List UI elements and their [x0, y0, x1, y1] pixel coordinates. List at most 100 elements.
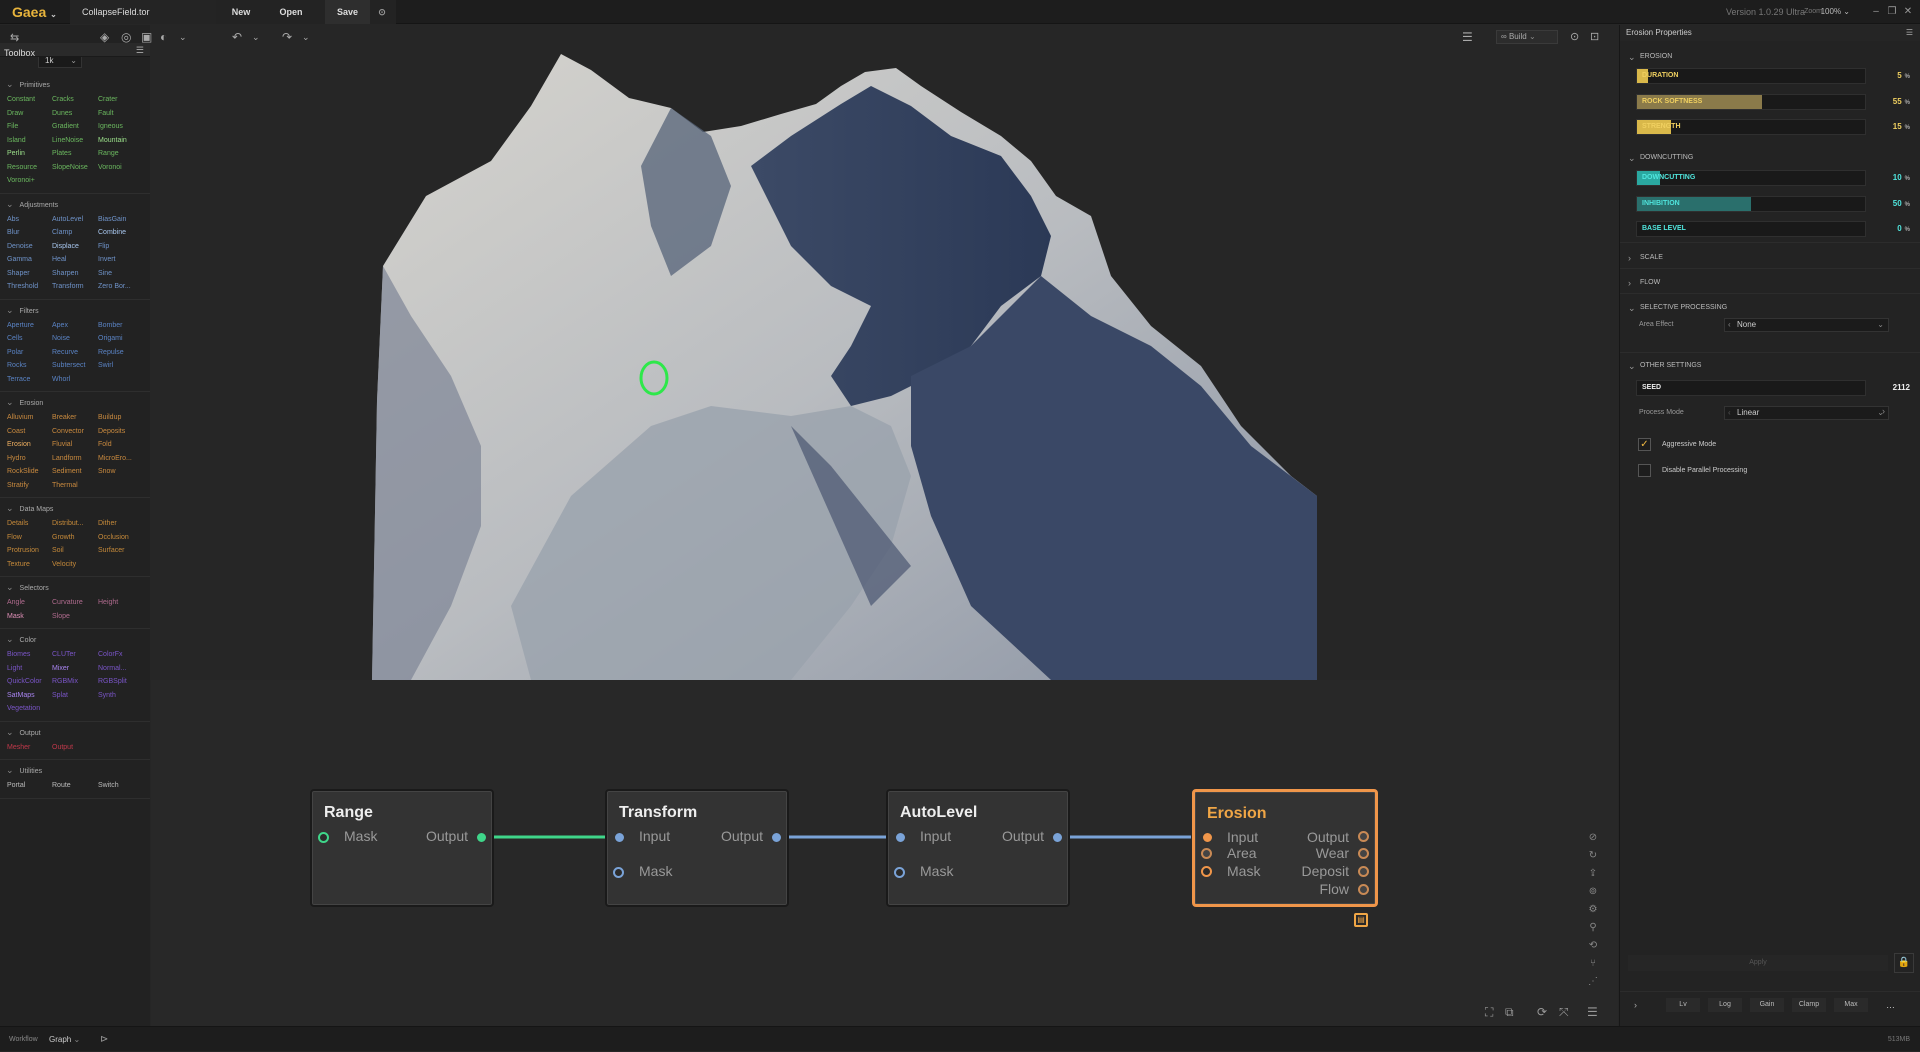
- toolbox-item[interactable]: Soil: [52, 544, 98, 558]
- group-flow[interactable]: › FLOW: [1620, 276, 1920, 290]
- toolbox-item[interactable]: Sediment: [52, 465, 98, 479]
- app-menu-button[interactable]: Gaea ⌄: [12, 0, 57, 24]
- output-pin-output[interactable]: [1358, 831, 1369, 842]
- toolbox-item[interactable]: Convector: [52, 425, 98, 439]
- process-mode-dropdown[interactable]: ‹ Linear ⌄: [1724, 406, 1889, 420]
- input-pin-area[interactable]: [1201, 848, 1212, 859]
- toolbox-item[interactable]: Bomber: [98, 319, 152, 333]
- undo-menu-chevron-icon[interactable]: ⌄: [252, 30, 260, 44]
- light-icon[interactable]: ◐: [160, 30, 167, 44]
- node-autolevel[interactable]: AutoLevel Input Mask Output: [886, 789, 1070, 907]
- redo-menu-chevron-icon[interactable]: ⌄: [302, 30, 310, 44]
- input-pin-mask[interactable]: [894, 867, 905, 878]
- toolbox-item[interactable]: Repulse: [98, 346, 152, 360]
- zoom-dropdown[interactable]: 100% ⌄: [1821, 0, 1850, 24]
- toolbox-item[interactable]: QuickColor: [7, 675, 52, 689]
- slider-inhibition[interactable]: INHIBITION: [1636, 196, 1866, 212]
- toolbox-item[interactable]: MicroEro...: [98, 452, 152, 466]
- slider-strength[interactable]: STRENGTH: [1636, 119, 1866, 135]
- group-scale[interactable]: › SCALE: [1620, 251, 1920, 265]
- toolbox-item[interactable]: Sine: [98, 267, 152, 281]
- toolbox-item[interactable]: Combine: [98, 226, 152, 240]
- toolbox-item[interactable]: Aperture: [7, 319, 52, 333]
- undo-icon[interactable]: ↶: [232, 30, 242, 44]
- toolbox-item[interactable]: Threshold: [7, 280, 52, 294]
- refresh-icon[interactable]: ↻: [1586, 849, 1600, 863]
- toolbox-item[interactable]: Gradient: [52, 120, 98, 134]
- toolbox-item[interactable]: Vegetation: [7, 702, 52, 716]
- input-pin-mask[interactable]: [318, 832, 329, 843]
- toolbox-item[interactable]: Igneous: [98, 120, 152, 134]
- toolbox-item[interactable]: Biomes: [7, 648, 52, 662]
- output-pin[interactable]: [772, 833, 781, 842]
- toolbox-item[interactable]: AutoLevel: [52, 213, 98, 227]
- toolbox-item[interactable]: Dither: [98, 517, 152, 531]
- toolbox-item[interactable]: RGBSplit: [98, 675, 152, 689]
- toolbox-item[interactable]: Zero Bor...: [98, 280, 152, 294]
- output-pin[interactable]: [1053, 833, 1062, 842]
- output-pin-flow[interactable]: [1358, 884, 1369, 895]
- disable-icon[interactable]: ⊘: [1586, 831, 1600, 845]
- input-pin-mask[interactable]: [613, 867, 624, 878]
- auto-arrange-icon[interactable]: ⤧: [1559, 1005, 1569, 1020]
- save-button[interactable]: Save: [325, 0, 370, 24]
- lock-icon[interactable]: 🔒: [1894, 953, 1914, 973]
- disable-parallel-checkbox[interactable]: [1638, 464, 1651, 477]
- more-icon[interactable]: …: [1886, 1000, 1895, 1010]
- toolbox-item[interactable]: Rocks: [7, 359, 52, 373]
- toolbox-item[interactable]: Fault: [98, 107, 152, 121]
- section-title[interactable]: Data Maps: [0, 502, 150, 514]
- toolbox-item[interactable]: Swirl: [98, 359, 152, 373]
- toolbox-item[interactable]: Mask: [7, 610, 52, 624]
- portal-icon[interactable]: ⟲: [1586, 939, 1600, 953]
- toolbox-item[interactable]: Fold: [98, 438, 152, 452]
- slider-downcutting[interactable]: DOWNCUTTING: [1636, 170, 1866, 186]
- section-title[interactable]: Utilities: [0, 764, 150, 776]
- new-button[interactable]: New: [226, 0, 256, 24]
- toolbox-item[interactable]: LineNoise: [52, 134, 98, 148]
- toolbox-item[interactable]: Surfacer: [98, 544, 152, 558]
- area-effect-dropdown[interactable]: ‹ None ⌄: [1724, 318, 1889, 332]
- group-selective-processing[interactable]: ⌄ SELECTIVE PROCESSING: [1620, 301, 1920, 315]
- toolbox-item[interactable]: Gamma: [7, 253, 52, 267]
- toolbox-item[interactable]: Heal: [52, 253, 98, 267]
- output-pin[interactable]: [477, 833, 486, 842]
- branch-icon[interactable]: ⑂: [1586, 957, 1600, 971]
- toolbox-item[interactable]: Shaper: [7, 267, 52, 281]
- group-downcutting[interactable]: ⌄ DOWNCUTTING: [1620, 151, 1920, 165]
- view-options-chevron-icon[interactable]: ⌄: [179, 30, 187, 44]
- save-node-icon[interactable]: ▤: [1354, 913, 1368, 927]
- file-tab[interactable]: CollapseField.tor: [70, 0, 220, 24]
- run-icon[interactable]: ⊳: [100, 1027, 108, 1052]
- slider-rock-softness[interactable]: ROCK SOFTNESS: [1636, 94, 1866, 110]
- toolbox-item[interactable]: Fluvial: [52, 438, 98, 452]
- toolbox-item[interactable]: Splat: [52, 689, 98, 703]
- properties-menu-icon[interactable]: ☰: [1906, 25, 1913, 41]
- frame-icon[interactable]: ⊡: [1590, 30, 1599, 44]
- section-title[interactable]: Selectors: [0, 581, 150, 593]
- toolbox-item[interactable]: Light: [7, 662, 52, 676]
- toolbox-item[interactable]: Mountain: [98, 134, 152, 148]
- toolbox-item[interactable]: Cells: [7, 332, 52, 346]
- view-mode-icon[interactable]: ◈: [100, 30, 109, 44]
- output-pin-wear[interactable]: [1358, 848, 1369, 859]
- toolbox-item[interactable]: Details: [7, 517, 52, 531]
- compass-icon[interactable]: ◎: [121, 30, 131, 44]
- seed-input[interactable]: SEED: [1636, 380, 1866, 396]
- link-icon[interactable]: ⚲: [1586, 921, 1600, 935]
- toolbox-item[interactable]: Velocity: [52, 558, 98, 572]
- toolbox-item[interactable]: Buildup: [98, 411, 152, 425]
- toolbox-item[interactable]: Island: [7, 134, 52, 148]
- toolbox-item[interactable]: Subtersect: [52, 359, 98, 373]
- curve-tab-gain[interactable]: Gain: [1750, 998, 1784, 1012]
- toolbox-item[interactable]: Range: [98, 147, 152, 161]
- slider-base-level[interactable]: BASE LEVEL: [1636, 221, 1866, 237]
- toolbox-item[interactable]: Blur: [7, 226, 52, 240]
- toolbox-item[interactable]: Snow: [98, 465, 152, 479]
- toolbox-item[interactable]: Noise: [52, 332, 98, 346]
- toolbox-item[interactable]: Protrusion: [7, 544, 52, 558]
- target-icon[interactable]: ⊙: [1570, 30, 1579, 44]
- toolbox-item[interactable]: Landform: [52, 452, 98, 466]
- toolbox-item[interactable]: Voronoi+: [7, 174, 52, 188]
- apply-button[interactable]: Apply: [1628, 955, 1888, 971]
